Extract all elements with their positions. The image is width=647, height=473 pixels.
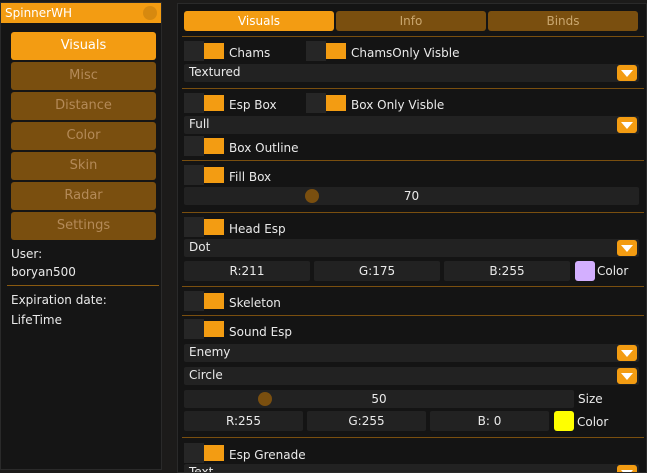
tab-info[interactable]: Info bbox=[336, 11, 486, 31]
sound-blue-input[interactable]: B: 0 bbox=[430, 411, 549, 431]
left-window-titlebar[interactable]: SpinnerWH bbox=[1, 3, 161, 23]
sound-red-input[interactable]: R:255 bbox=[184, 411, 303, 431]
menu-skin-button[interactable]: Skin bbox=[11, 152, 156, 180]
head-esp-checkbox[interactable] bbox=[184, 217, 204, 237]
window-dot-icon[interactable] bbox=[143, 6, 157, 20]
left-divider bbox=[7, 285, 159, 286]
section-divider bbox=[182, 36, 644, 37]
box-outline-checkbox[interactable] bbox=[184, 136, 204, 156]
sound-size-label: Size bbox=[578, 392, 603, 406]
user-label: User: bbox=[11, 247, 43, 261]
box-outline-checkbox-fill[interactable] bbox=[204, 138, 224, 154]
left-menu-window: SpinnerWH Visuals Misc Distance Color Sk… bbox=[0, 2, 162, 470]
user-name: boryan500 bbox=[11, 265, 76, 279]
chams-mode-value: Textured bbox=[189, 65, 241, 79]
section-divider bbox=[182, 437, 644, 438]
head-red-input[interactable]: R:211 bbox=[184, 261, 310, 281]
menu-visuals-button[interactable]: Visuals bbox=[11, 32, 156, 60]
sound-esp-checkbox-fill[interactable] bbox=[204, 321, 224, 337]
esp-grenade-label: Esp Grenade bbox=[229, 448, 306, 462]
fill-box-value: 70 bbox=[403, 189, 420, 203]
fill-box-label: Fill Box bbox=[229, 170, 272, 184]
chams-checkbox[interactable] bbox=[184, 41, 224, 61]
fill-box-slider[interactable]: 70 bbox=[184, 187, 639, 205]
window-title: SpinnerWH bbox=[5, 6, 72, 20]
chevron-down-icon[interactable] bbox=[617, 465, 637, 472]
menu-settings-button[interactable]: Settings bbox=[11, 212, 156, 240]
chevron-down-icon[interactable] bbox=[617, 117, 637, 133]
section-divider bbox=[182, 160, 644, 161]
head-color-swatch[interactable] bbox=[575, 261, 595, 281]
box-only-visible-label: Box Only Visble bbox=[351, 98, 445, 112]
head-mode-select[interactable]: Dot bbox=[184, 239, 639, 257]
box-outline-label: Box Outline bbox=[229, 141, 299, 155]
skeleton-checkbox[interactable] bbox=[184, 291, 204, 311]
chevron-down-icon[interactable] bbox=[617, 65, 637, 81]
sound-shape-value: Circle bbox=[189, 368, 223, 382]
chams-only-visible-label: ChamsOnly Visble bbox=[351, 46, 460, 60]
sound-esp-label: Sound Esp bbox=[229, 325, 293, 339]
menu-color-button[interactable]: Color bbox=[11, 122, 156, 150]
esp-grenade-checkbox[interactable] bbox=[184, 443, 204, 463]
box-only-visible-checkbox[interactable] bbox=[306, 93, 326, 113]
head-esp-label: Head Esp bbox=[229, 222, 286, 236]
head-blue-input[interactable]: B:255 bbox=[444, 261, 570, 281]
menu-radar-button[interactable]: Radar bbox=[11, 182, 156, 210]
sound-size-slider[interactable]: 50 bbox=[184, 390, 574, 408]
settings-window: Visuals Info Binds Chams ChamsOnly Visbl… bbox=[177, 3, 647, 473]
skeleton-label: Skeleton bbox=[229, 296, 281, 310]
menu-distance-button[interactable]: Distance bbox=[11, 92, 156, 120]
fill-box-checkbox-fill[interactable] bbox=[204, 167, 224, 183]
menu-misc-button[interactable]: Misc bbox=[11, 62, 156, 90]
sound-esp-checkbox[interactable] bbox=[184, 319, 204, 339]
section-divider bbox=[182, 286, 644, 287]
chams-checkbox-fill[interactable] bbox=[204, 43, 224, 59]
sound-target-value: Enemy bbox=[189, 345, 231, 359]
sound-color-label: Color bbox=[577, 415, 609, 429]
chams-only-visible-checkbox[interactable] bbox=[306, 41, 326, 61]
chams-only-visible-fill[interactable] bbox=[326, 43, 346, 59]
head-green-input[interactable]: G:175 bbox=[314, 261, 440, 281]
sound-shape-select[interactable]: Circle bbox=[184, 367, 639, 385]
fill-box-checkbox[interactable] bbox=[184, 165, 204, 185]
chams-label: Chams bbox=[229, 46, 271, 60]
head-esp-checkbox-fill[interactable] bbox=[204, 219, 224, 235]
section-divider bbox=[182, 88, 644, 89]
expiration-value: LifeTime bbox=[11, 313, 62, 327]
grenade-mode-value: Text bbox=[189, 465, 214, 473]
section-divider bbox=[182, 315, 644, 316]
sound-green-input[interactable]: G:255 bbox=[307, 411, 426, 431]
esp-box-label: Esp Box bbox=[229, 98, 277, 112]
esp-box-checkbox-fill[interactable] bbox=[204, 95, 224, 111]
sound-color-swatch[interactable] bbox=[554, 411, 574, 431]
esp-grenade-checkbox-fill[interactable] bbox=[204, 445, 224, 461]
expiration-label: Expiration date: bbox=[11, 293, 107, 307]
box-only-visible-fill[interactable] bbox=[326, 95, 346, 111]
chevron-down-icon[interactable] bbox=[617, 345, 637, 361]
chevron-down-icon[interactable] bbox=[617, 240, 637, 256]
sound-target-select[interactable]: Enemy bbox=[184, 344, 639, 362]
head-color-label: Color bbox=[597, 264, 629, 278]
tab-binds[interactable]: Binds bbox=[488, 11, 638, 31]
chevron-down-icon[interactable] bbox=[617, 368, 637, 384]
head-mode-value: Dot bbox=[189, 240, 211, 254]
skeleton-checkbox-fill[interactable] bbox=[204, 293, 224, 309]
sound-size-value: 50 bbox=[371, 392, 387, 406]
chams-mode-select[interactable]: Textured bbox=[184, 64, 639, 82]
box-mode-select[interactable]: Full bbox=[184, 116, 639, 134]
section-divider bbox=[182, 212, 644, 213]
tab-visuals[interactable]: Visuals bbox=[184, 11, 334, 31]
esp-box-checkbox[interactable] bbox=[184, 93, 204, 113]
box-mode-value: Full bbox=[189, 117, 210, 131]
grenade-mode-select[interactable]: Text bbox=[184, 464, 639, 473]
